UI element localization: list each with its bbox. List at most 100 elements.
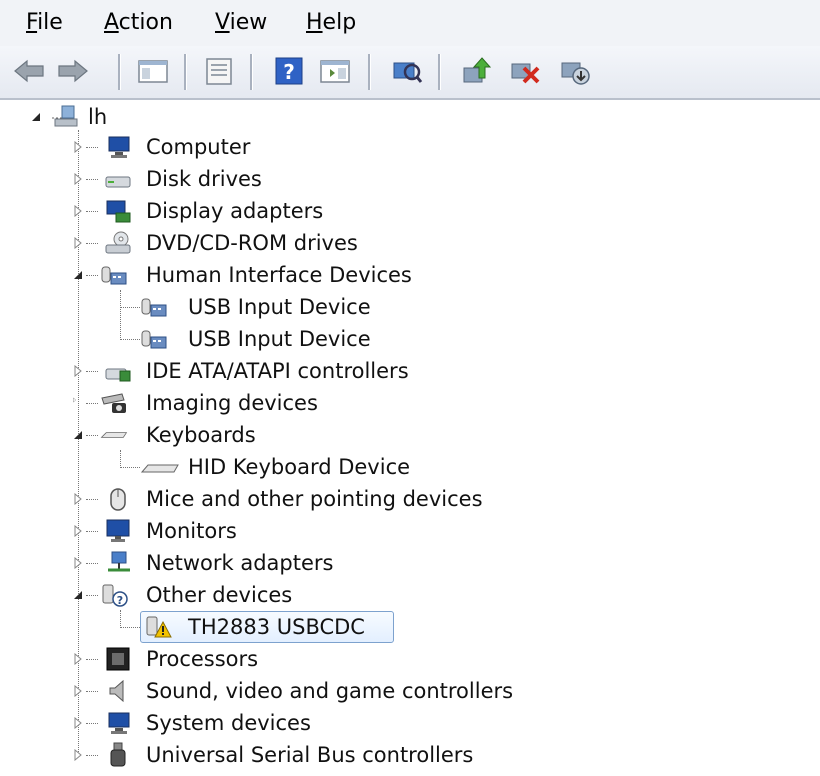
menu-view[interactable]: View	[215, 10, 267, 36]
hid-device-icon	[141, 330, 167, 349]
node-label: Universal Serial Bus controllers	[146, 743, 474, 767]
tree-item-th2883-usbcdc[interactable]: TH2883 USBCDC	[0, 611, 820, 643]
back-arrow-icon	[14, 59, 44, 83]
tree-guide-line	[120, 339, 140, 340]
tree-guide-line	[86, 211, 98, 212]
node-label: Keyboards	[146, 423, 256, 447]
mouse-icon	[110, 488, 126, 511]
disable-device-button[interactable]	[508, 54, 542, 88]
node-label: Mice and other pointing devices	[146, 487, 483, 511]
tree-item-network-adapters[interactable]: Network adapters	[0, 548, 820, 578]
hid-device-icon	[141, 298, 167, 317]
tree-item-dvd-cd-rom-drives[interactable]: DVD/CD-ROM drives	[0, 228, 820, 258]
forward-button[interactable]	[56, 54, 90, 88]
node-label: Monitors	[146, 519, 237, 543]
tree-guide-line	[86, 243, 98, 244]
expand-arrow-icon	[74, 685, 82, 697]
menu-file[interactable]: File	[26, 10, 63, 36]
expand-arrow-icon	[74, 557, 82, 569]
tree-guide-line	[86, 659, 98, 660]
update-driver-icon	[463, 57, 492, 83]
collapse-arrow-icon	[74, 271, 82, 279]
tree-guide-line	[86, 595, 98, 596]
system-device-icon	[108, 712, 130, 734]
tree-item-hid-keyboard-device[interactable]: HID Keyboard Device	[0, 452, 820, 482]
node-label: IDE ATA/ATAPI controllers	[146, 359, 409, 383]
node-label: Other devices	[146, 583, 293, 607]
node-label: HID Keyboard Device	[188, 455, 411, 479]
node-label: DVD/CD-ROM drives	[146, 231, 358, 255]
disk-drive-icon	[105, 176, 131, 188]
forward-arrow-icon	[58, 59, 88, 83]
properties-button[interactable]	[202, 54, 236, 88]
tree-item-usb-input-device[interactable]: USB Input Device	[0, 292, 820, 322]
tree-guide-line	[120, 307, 140, 308]
node-label: Disk drives	[146, 167, 262, 191]
tree-item-disk-drives[interactable]: Disk drives	[0, 164, 820, 194]
tree-item-computer[interactable]: Computer	[0, 132, 820, 162]
tree-root-lh[interactable]: lh	[0, 102, 820, 132]
expand-arrow-icon	[73, 397, 77, 403]
collapse-arrow-icon	[32, 113, 40, 121]
node-label: Network adapters	[146, 551, 334, 575]
processor-icon	[106, 647, 130, 671]
tree-guide-line	[86, 531, 98, 532]
tree-item-mice-and-other-pointing-devices[interactable]: Mice and other pointing devices	[0, 484, 820, 514]
tree-item-display-adapters[interactable]: Display adapters	[0, 196, 820, 226]
expand-arrow-icon	[74, 525, 82, 537]
tree-guide-line	[86, 691, 98, 692]
expand-arrow-icon	[74, 173, 82, 185]
toolbar-separator	[118, 54, 121, 90]
tree-item-universal-serial-bus-controllers[interactable]: Universal Serial Bus controllers	[0, 740, 820, 770]
tree-guide-line	[86, 371, 98, 372]
properties-icon	[206, 58, 232, 85]
svg-text:?: ?	[283, 60, 295, 84]
expand-arrow-icon	[74, 717, 82, 729]
node-label: Imaging devices	[146, 391, 318, 415]
tree-guide-line	[86, 755, 98, 756]
tree-guide-line	[86, 563, 98, 564]
ide-controller-icon	[105, 368, 131, 382]
menu-action[interactable]: Action	[104, 10, 173, 36]
tree-item-keyboards[interactable]: Keyboards	[0, 420, 820, 450]
expand-arrow-icon	[74, 365, 82, 377]
uninstall-device-button[interactable]	[558, 54, 592, 88]
tree-item-usb-input-device[interactable]: USB Input Device	[0, 324, 820, 354]
show-hide-action-pane-button[interactable]	[318, 54, 352, 88]
network-adapter-icon	[108, 551, 130, 572]
menu-bar: File Action View Help	[0, 0, 820, 46]
computer-icon	[108, 136, 130, 158]
tree-item-monitors[interactable]: Monitors	[0, 516, 820, 546]
tree-item-processors[interactable]: Processors	[0, 644, 820, 674]
tree-item-system-devices[interactable]: System devices	[0, 708, 820, 738]
menu-help[interactable]: Help	[306, 10, 356, 36]
tree-item-sound-video-game-controllers[interactable]: Sound, video and game controllers	[0, 676, 820, 706]
tree-item-ide-ata-atapi-controllers[interactable]: IDE ATA/ATAPI controllers	[0, 356, 820, 386]
toolbar-separator	[184, 54, 187, 90]
node-label: USB Input Device	[188, 327, 371, 351]
tree-item-imaging-devices[interactable]: Imaging devices	[0, 388, 820, 418]
help-icon: ?	[275, 57, 303, 85]
update-driver-button[interactable]	[460, 54, 494, 88]
scan-hardware-changes-icon	[393, 62, 423, 83]
show-hide-action-pane-icon	[320, 60, 350, 83]
monitor-icon	[106, 519, 130, 542]
help-button[interactable]: ?	[272, 54, 306, 88]
tree-item-human-interface-devices[interactable]: Human Interface Devices	[0, 260, 820, 290]
tree-guide-line	[86, 275, 98, 276]
toolbar-separator	[368, 54, 371, 90]
dvd-drive-icon	[105, 231, 131, 254]
node-label: TH2883 USBCDC	[188, 615, 365, 639]
scan-hardware-changes-button[interactable]	[390, 54, 424, 88]
show-hide-console-tree-icon	[138, 60, 168, 83]
tree-guide-line	[86, 147, 98, 148]
show-hide-console-tree-button[interactable]	[136, 54, 170, 88]
tree-guide-line	[120, 627, 140, 628]
node-label: Display adapters	[146, 199, 324, 223]
back-button[interactable]	[12, 54, 46, 88]
node-label: Computer	[146, 135, 251, 159]
usb-plug-icon	[110, 742, 126, 767]
tree-item-other-devices[interactable]: ? Other devices	[0, 580, 820, 610]
tree-guide-line	[86, 499, 98, 500]
collapse-arrow-icon	[74, 591, 82, 599]
